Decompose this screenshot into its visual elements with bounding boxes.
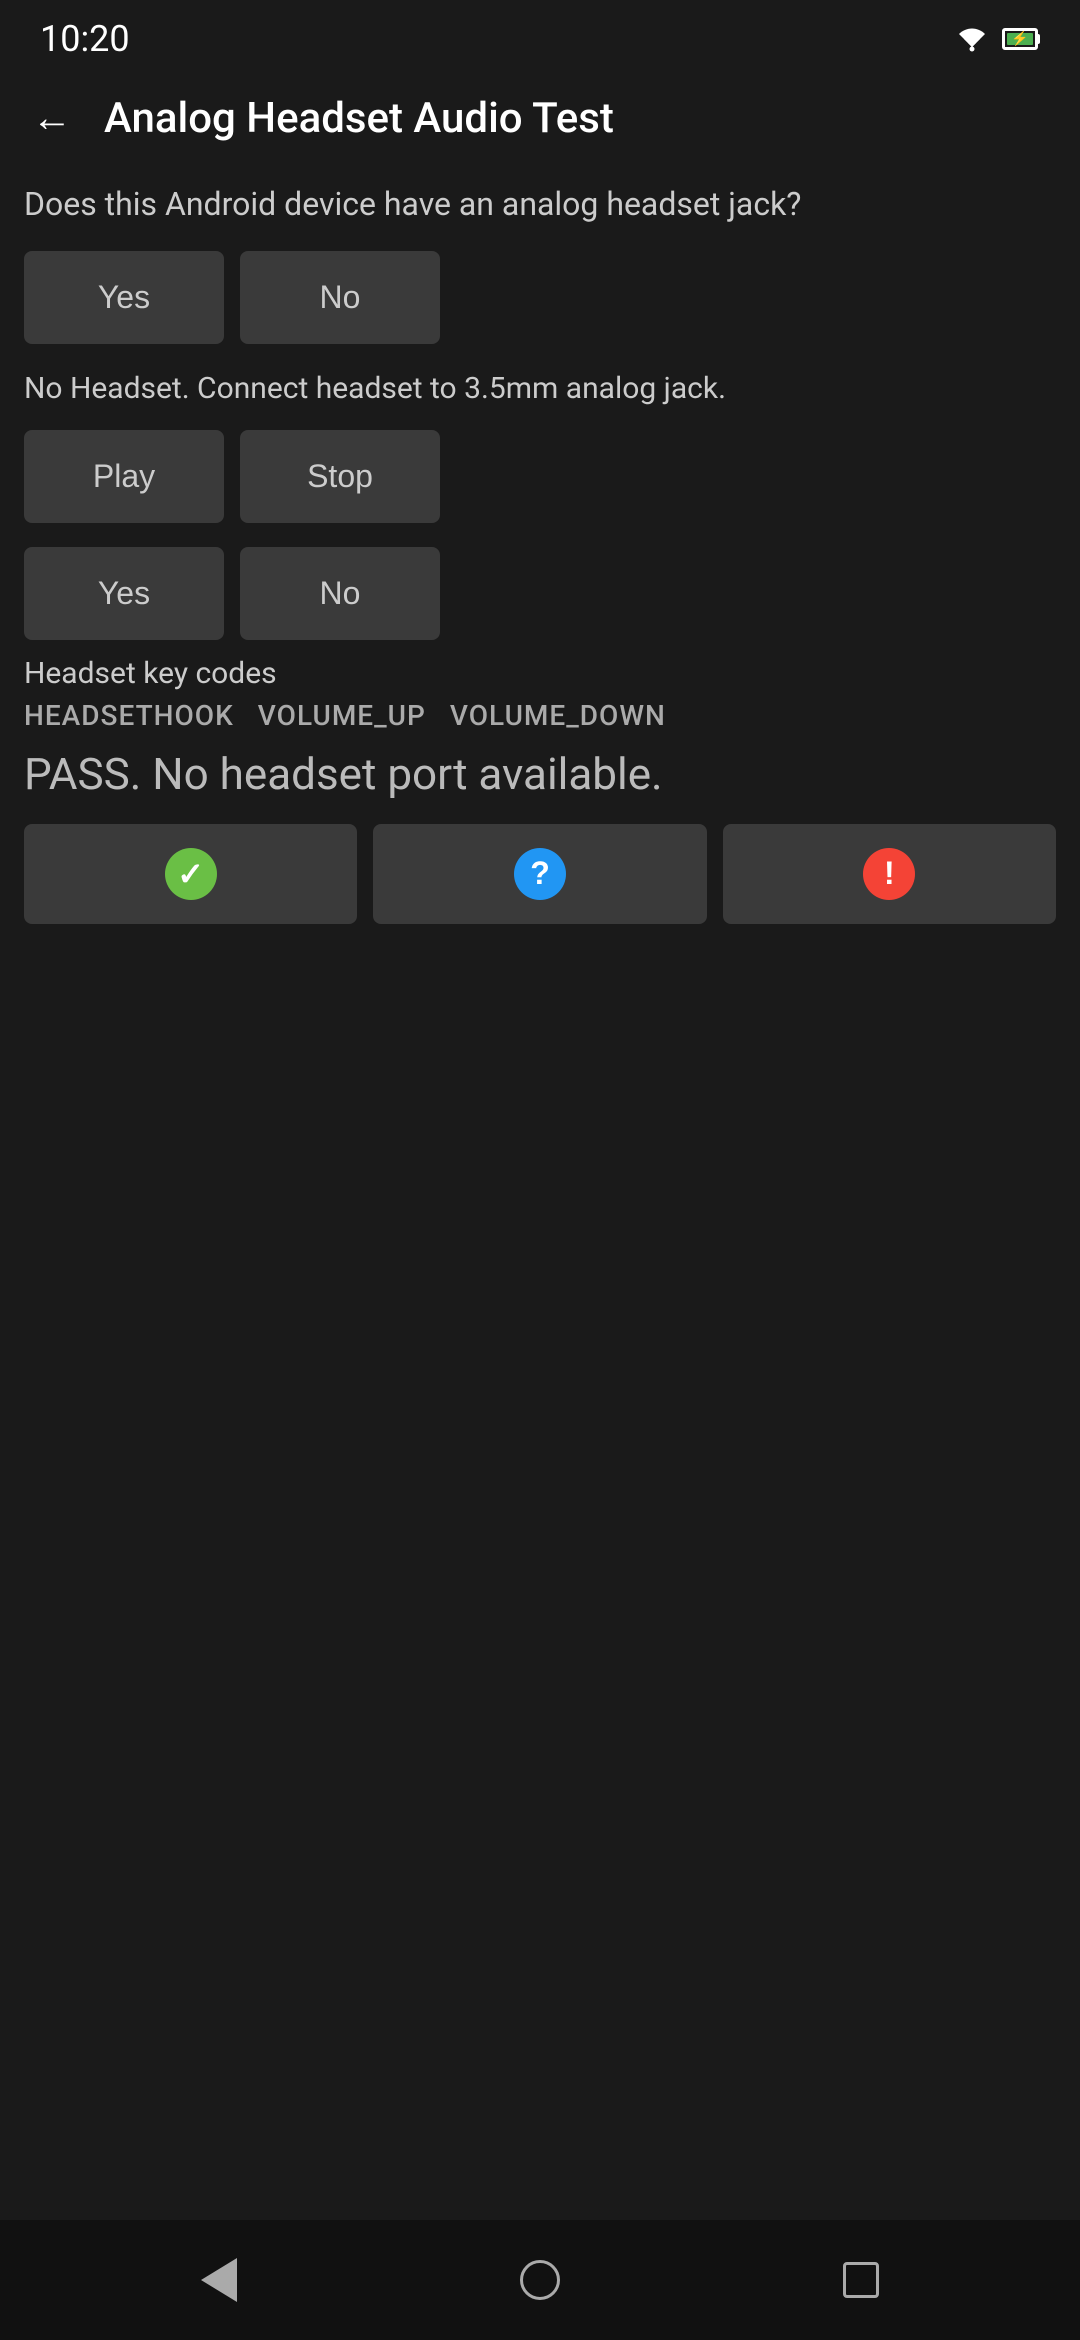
nav-home-icon xyxy=(520,2260,560,2300)
key-codes-label: Headset key codes xyxy=(24,656,1056,691)
exclamation-icon: ! xyxy=(884,855,895,892)
confirm-buttons: Yes No xyxy=(24,547,1056,640)
main-content: Does this Android device have an analog … xyxy=(0,166,1080,2340)
key-code-volume-up: VOLUME_UP xyxy=(258,699,426,732)
nav-bar xyxy=(0,2220,1080,2340)
headset-yes-button[interactable]: Yes xyxy=(24,251,224,344)
fail-icon: ! xyxy=(863,848,915,900)
pass-result-button[interactable]: ✓ xyxy=(24,824,357,924)
nav-recents-button[interactable] xyxy=(827,2246,895,2314)
key-codes-section: Headset key codes HEADSETHOOK VOLUME_UP … xyxy=(24,656,1056,732)
header: ← Analog Headset Audio Test xyxy=(0,70,1080,166)
back-arrow-icon: ← xyxy=(32,98,72,138)
nav-back-icon xyxy=(201,2258,237,2302)
status-bar: 10:20 ⚡ xyxy=(0,0,1080,70)
key-code-volume-down: VOLUME_DOWN xyxy=(450,699,666,732)
pass-checkmark-icon: ✓ xyxy=(177,855,204,893)
nav-back-button[interactable] xyxy=(185,2242,253,2318)
key-codes-row: HEADSETHOOK VOLUME_UP VOLUME_DOWN xyxy=(24,699,1056,732)
question-mark-icon: ? xyxy=(530,855,550,892)
status-time: 10:20 xyxy=(40,18,130,60)
fail-result-button[interactable]: ! xyxy=(723,824,1056,924)
play-stop-section: No Headset. Connect headset to 3.5mm ana… xyxy=(24,368,1056,523)
connect-headset-info: No Headset. Connect headset to 3.5mm ana… xyxy=(24,368,1056,410)
pass-status-text: PASS. No headset port available. xyxy=(24,748,1056,800)
key-code-headsethook: HEADSETHOOK xyxy=(24,699,234,732)
question-icon: ? xyxy=(514,848,566,900)
pass-icon: ✓ xyxy=(165,848,217,900)
headset-no-button[interactable]: No xyxy=(240,251,440,344)
back-button[interactable]: ← xyxy=(24,90,80,146)
status-icons: ⚡ xyxy=(954,25,1040,53)
nav-home-button[interactable] xyxy=(504,2244,576,2316)
confirm-no-button[interactable]: No xyxy=(240,547,440,640)
question-result-button[interactable]: ? xyxy=(373,824,706,924)
page-title: Analog Headset Audio Test xyxy=(104,94,614,143)
result-buttons-row: ✓ ? ! xyxy=(24,824,1056,924)
play-button[interactable]: Play xyxy=(24,430,224,523)
stop-button[interactable]: Stop xyxy=(240,430,440,523)
wifi-icon xyxy=(954,25,990,53)
play-stop-buttons: Play Stop xyxy=(24,430,1056,523)
confirm-yes-button[interactable]: Yes xyxy=(24,547,224,640)
nav-recents-icon xyxy=(843,2262,879,2298)
headset-jack-question: Does this Android device have an analog … xyxy=(24,182,1056,227)
headset-jack-buttons: Yes No xyxy=(24,251,1056,344)
